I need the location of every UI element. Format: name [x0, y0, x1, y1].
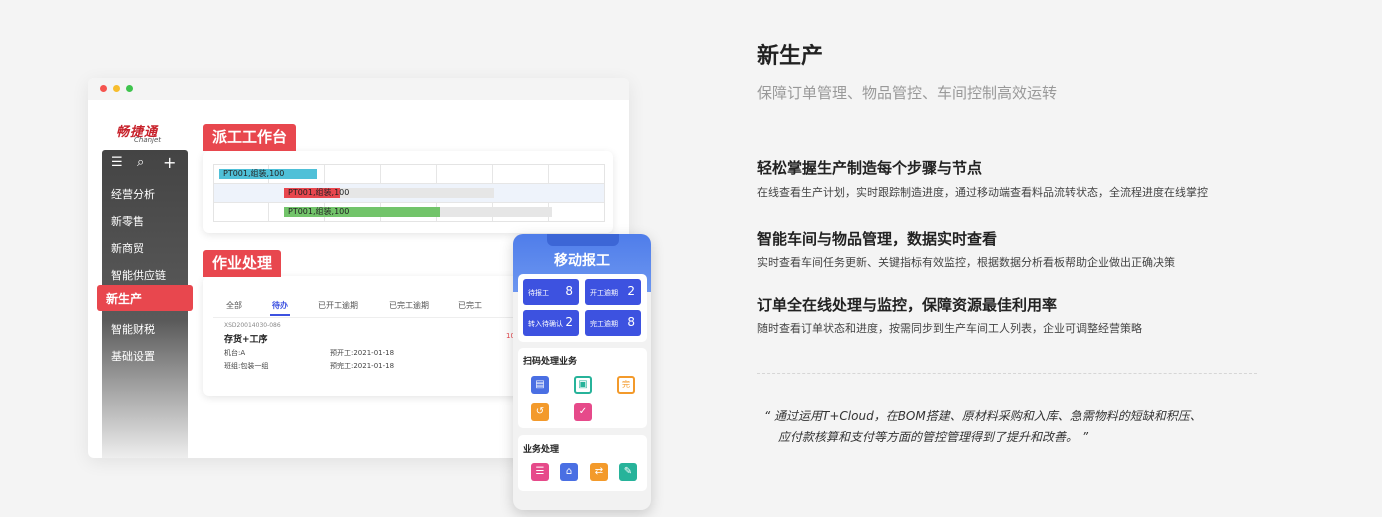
work-title: 作业处理	[203, 250, 282, 277]
plan-end-label: 预完工:2021-01-18	[330, 362, 395, 370]
menu-icon[interactable]: ☰	[111, 155, 123, 170]
gantt-chart: PT001,组装,100 PT001,组装,100 PT001,组装,100	[213, 164, 605, 222]
gantt-bar[interactable]: PT001,组装,100	[284, 207, 440, 217]
scan-section: 扫码处理业务 ▤ ▣ 完 ↺ ✓	[518, 348, 647, 428]
scan-title: 扫码处理业务	[523, 357, 578, 367]
maximize-dot-icon	[126, 85, 133, 92]
tab-all[interactable]: 全部	[226, 300, 242, 311]
add-icon[interactable]: +	[163, 153, 176, 172]
tile-start-overdue[interactable]: 开工逾期 2	[585, 279, 641, 305]
tab-todo[interactable]: 待办	[272, 300, 288, 311]
feature-text: 在线查看生产计划，实时跟踪制造进度，通过移动端查看料品流转状态，全流程进度在线掌…	[757, 186, 1208, 199]
window-title-bar	[88, 78, 629, 100]
tile-finish-overdue[interactable]: 完工逾期 8	[585, 310, 641, 336]
feature-heading: 轻松掌握生产制造每个步骤与节点	[757, 159, 983, 177]
business-section: 业务处理 ☰ ⌂ ⇄ ✎	[518, 435, 647, 491]
search-icon[interactable]: ⌕	[137, 155, 144, 170]
mobile-title: 移动报工	[554, 253, 610, 269]
list-scan-icon[interactable]: ▤	[531, 376, 549, 394]
minimize-dot-icon	[113, 85, 120, 92]
page-title: 新生产	[757, 44, 824, 69]
sidebar-item-supply-chain[interactable]: 智能供应链	[111, 267, 166, 283]
customer-quote-line: “ 通过运用T+Cloud，在BOM搭建、原材料采购和入库、急需物料的短缺和积压…	[764, 409, 1202, 423]
phone-notch	[547, 234, 619, 246]
tile-pending-report[interactable]: 待报工 8	[523, 279, 579, 305]
mobile-stats-card: 待报工 8 开工逾期 2 转入待确认 2 完工逾期 8	[518, 274, 647, 342]
transfer-icon[interactable]: ⇄	[590, 463, 608, 481]
tab-start-overdue[interactable]: 已开工逾期	[318, 300, 358, 311]
business-title: 业务处理	[523, 445, 560, 455]
feature-text: 随时查看订单状态和进度，按需同步到生产车间工人列表，企业可调整经营策略	[757, 322, 1142, 335]
document-icon[interactable]: ✎	[619, 463, 637, 481]
sidebar-item-settings[interactable]: 基础设置	[111, 348, 155, 364]
sidebar-item-label: 新生产	[106, 292, 143, 306]
order-number: XSD20014030-086	[224, 322, 281, 329]
scan-check-icon[interactable]: ✓	[574, 403, 592, 421]
tab-finish-overdue[interactable]: 已完工逾期	[389, 300, 429, 311]
scan-refresh-icon[interactable]: ↺	[531, 403, 549, 421]
item-title[interactable]: 存货+工序	[224, 332, 268, 345]
mobile-mockup: 移动报工 待报工 8 开工逾期 2 转入待确认 2 完工逾期 8 扫码处理业务 …	[513, 234, 651, 510]
page-subtitle: 保障订单管理、物品管控、车间控制高效运转	[757, 84, 1058, 102]
tab-finished[interactable]: 已完工	[458, 300, 482, 311]
sidebar-item-trade[interactable]: 新商贸	[111, 240, 144, 256]
feature-heading: 智能车间与物品管理，数据实时查看	[757, 230, 998, 248]
team-label: 班组:包装一组	[224, 362, 269, 370]
scan-frame-icon[interactable]: ▣	[574, 376, 592, 394]
feature-text: 实时查看车间任务更新、关键指标有效监控，根据数据分析看板帮助企业做出正确决策	[757, 256, 1175, 269]
sidebar-item-finance[interactable]: 智能财税	[111, 321, 155, 337]
feature-heading: 订单全在线处理与监控，保障资源最佳利用率	[757, 296, 1058, 314]
active-tab-underline	[270, 314, 290, 316]
scan-complete-icon[interactable]: 完	[617, 376, 635, 394]
brand-logo-en: Chanjet	[134, 136, 162, 144]
sidebar-item-analysis[interactable]: 经营分析	[111, 186, 155, 202]
divider	[757, 373, 1257, 374]
close-dot-icon	[100, 85, 107, 92]
customer-quote-line: 应付款核算和支付等方面的管控管理得到了提升和改善。 ”	[778, 430, 1089, 444]
checklist-icon[interactable]: ☰	[531, 463, 549, 481]
dispatch-title: 派工工作台	[203, 124, 297, 151]
sidebar-item-retail[interactable]: 新零售	[111, 213, 144, 229]
sidebar-toolbar: ☰ ⌕ +	[111, 153, 181, 172]
sidebar-item-production[interactable]: 新生产	[97, 285, 193, 311]
gantt-bar[interactable]: PT001,组装,100	[284, 188, 349, 198]
warehouse-icon[interactable]: ⌂	[560, 463, 578, 481]
gantt-bar[interactable]: PT001,组装,100	[219, 169, 317, 179]
plan-start-label: 预开工:2021-01-18	[330, 349, 395, 357]
machine-label: 机台:A	[224, 349, 246, 357]
tile-to-confirm[interactable]: 转入待确认 2	[523, 310, 579, 336]
